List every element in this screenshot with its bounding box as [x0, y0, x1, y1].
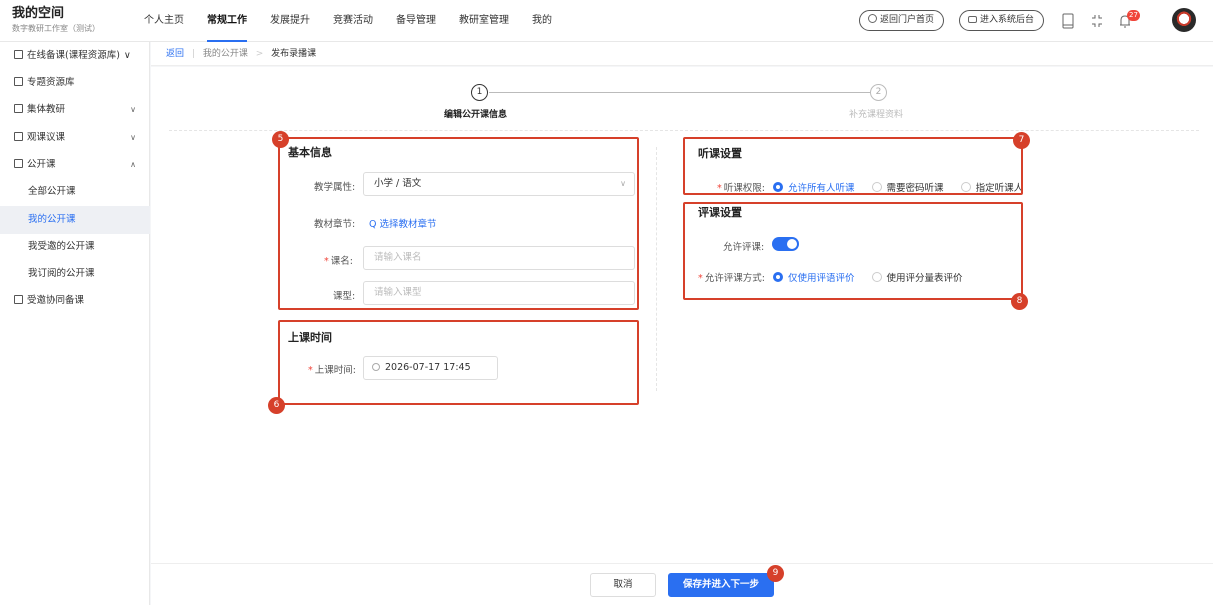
- annotation-marker-5: 5: [272, 131, 289, 148]
- avatar[interactable]: [1172, 8, 1196, 32]
- nav-mine[interactable]: 我的: [532, 0, 552, 42]
- annotation-marker-9: 9: [767, 565, 784, 582]
- sidebar: 在线备课(课程资源库) ∨ 专题资源库 集体教研 ∨ 观课议课 ∨ 公开课 ∧ 全部公开…: [0, 42, 150, 605]
- review-icon: [14, 132, 23, 141]
- sidebar-item-label: 受邀协同备课: [27, 295, 85, 306]
- screen-icon: [14, 159, 23, 168]
- step-1-label: 编辑公开课信息: [444, 110, 508, 120]
- backend-label: 进入系统后台: [980, 15, 1035, 25]
- sidebar-item-all-open-classes[interactable]: 全部公开课: [0, 178, 150, 206]
- sidebar-item-label: 在线备课(课程资源库): [27, 50, 120, 61]
- main-nav: 个人主页 常规工作 发展提升 竞赛活动 备导管理 教研室管理 我的: [144, 0, 552, 42]
- chevron-down-icon: ∨: [130, 133, 136, 142]
- sidebar-item-invited-open-classes[interactable]: 我受邀的公开课: [0, 233, 150, 261]
- group-icon: [14, 104, 23, 113]
- people-icon: [14, 295, 23, 304]
- nav-development[interactable]: 发展提升: [270, 0, 310, 42]
- compass-icon: [868, 14, 877, 23]
- chat-icon: [968, 16, 977, 23]
- column-divider: [656, 147, 657, 391]
- sidebar-item-open-class[interactable]: 公开课 ∧: [0, 151, 150, 179]
- nav-research-office[interactable]: 教研室管理: [459, 0, 509, 42]
- annotation-box-listen: [683, 137, 1023, 195]
- portal-label: 返回门户首页: [880, 15, 935, 25]
- brand-title: 我的空间: [12, 6, 65, 21]
- cancel-button[interactable]: 取消: [590, 573, 656, 597]
- sidebar-item-label: 集体教研: [27, 104, 66, 115]
- divider: [169, 130, 1199, 131]
- step-2-circle: 2: [870, 84, 887, 101]
- back-to-portal-button[interactable]: 返回门户首页: [859, 10, 945, 31]
- sidebar-item-group-research[interactable]: 集体教研 ∨: [0, 96, 150, 124]
- chevron-right-icon: >: [255, 49, 264, 59]
- nav-competition[interactable]: 竞赛活动: [333, 0, 373, 42]
- fullscreen-icon[interactable]: [1090, 13, 1104, 29]
- annotation-marker-6: 6: [268, 397, 285, 414]
- breadcrumb-current: 发布录播课: [271, 49, 317, 59]
- sidebar-item-label: 专题资源库: [27, 77, 75, 88]
- sidebar-item-online-prep[interactable]: 在线备课(课程资源库) ∨: [0, 42, 150, 70]
- sidebar-item-my-open-classes[interactable]: 我的公开课: [0, 206, 150, 234]
- annotation-marker-8: 8: [1011, 293, 1028, 310]
- annotation-marker-7: 7: [1013, 132, 1030, 149]
- brand-subtitle: 数字教研工作室（测试）: [12, 24, 100, 33]
- sidebar-item-collab-prep[interactable]: 受邀协同备课: [0, 287, 150, 315]
- footer-bar: 取消 保存并进入下一步 9: [151, 563, 1213, 605]
- chevron-down-icon: ∨: [123, 50, 131, 61]
- steps-connector: [489, 92, 877, 93]
- sidebar-item-label: 观课议课: [27, 132, 66, 143]
- enter-backend-button[interactable]: 进入系统后台: [959, 10, 1045, 31]
- nav-guidance[interactable]: 备导管理: [396, 0, 436, 42]
- breadcrumb-parent[interactable]: 我的公开课: [203, 49, 248, 59]
- book-icon: [14, 50, 23, 59]
- annotation-box-review: [683, 202, 1023, 300]
- tablet-icon[interactable]: [1061, 13, 1075, 29]
- breadcrumb: 返回 | 我的公开课 > 发布录播课: [151, 42, 1213, 66]
- sidebar-item-topic-library[interactable]: 专题资源库: [0, 69, 150, 97]
- sidebar-item-lesson-review[interactable]: 观课议课 ∨: [0, 124, 150, 152]
- brand[interactable]: 我的空间 数字教研工作室（测试）: [12, 6, 100, 35]
- library-icon: [14, 77, 23, 86]
- back-link[interactable]: 返回: [166, 49, 184, 59]
- save-next-button[interactable]: 保存并进入下一步: [668, 573, 774, 597]
- sidebar-item-subscribed-open-classes[interactable]: 我订阅的公开课: [0, 260, 150, 288]
- step-1-circle: 1: [471, 84, 488, 101]
- nav-home[interactable]: 个人主页: [144, 0, 184, 42]
- notification-badge: 27: [1127, 10, 1140, 21]
- chevron-up-icon: ∧: [130, 160, 136, 169]
- annotation-box-basic: [278, 137, 639, 310]
- main-form: 1 编辑公开课信息 2 补充课程资料 基本信息 教学属性: 小学 / 语文 ∨ …: [151, 67, 1213, 563]
- chevron-down-icon: ∨: [130, 105, 136, 114]
- step-2-label: 补充课程资料: [849, 110, 904, 120]
- annotation-box-time: [278, 320, 639, 405]
- nav-routine-work[interactable]: 常规工作: [207, 0, 247, 42]
- sidebar-item-label: 公开课: [27, 159, 56, 170]
- breadcrumb-divider: |: [191, 49, 195, 59]
- top-header: 我的空间 数字教研工作室（测试） 个人主页 常规工作 发展提升 竞赛活动 备导管…: [0, 0, 1213, 42]
